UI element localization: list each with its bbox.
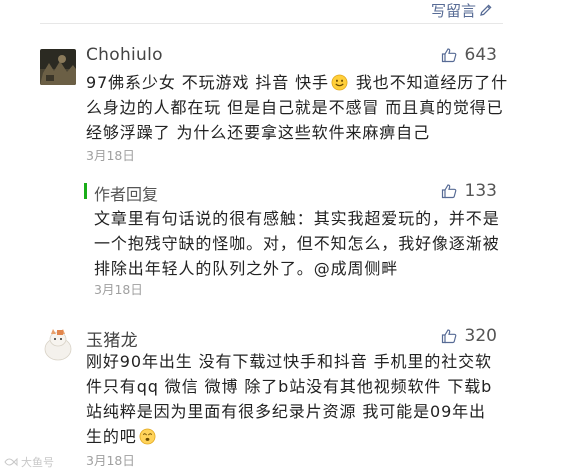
reply-text: 文章里有句话说的很有感触：其实我超爱玩的，并不是一个抱残守缺的怪咖。对，但不知怎… <box>94 209 500 278</box>
comment-date: 3月18日 <box>86 453 135 468</box>
author-reply-label: 作者回复 <box>94 185 159 204</box>
like-button[interactable]: 643 <box>441 45 497 65</box>
comment-text: 刚好90年出生 没有下载过快手和抖音 手机里的社交软件只有qq 微信 微博 除了… <box>86 349 496 449</box>
like-count: 643 <box>464 45 497 65</box>
thumbs-up-icon <box>441 48 456 63</box>
fish-logo-icon <box>4 457 18 467</box>
like-count: 133 <box>464 181 497 201</box>
comment-author[interactable]: Chohiulo <box>86 45 163 65</box>
reply-marker <box>84 183 87 199</box>
dizzy-emoji-icon <box>139 428 156 445</box>
pencil-icon <box>480 4 492 16</box>
watermark: 大鱼号 <box>4 454 54 470</box>
comment-text-part: 97佛系少女 不玩游戏 抖音 快手 <box>86 73 329 92</box>
reply-date: 3月18日 <box>94 282 143 297</box>
header-divider <box>40 23 503 24</box>
write-comment-button[interactable]: 写留言 <box>431 0 493 20</box>
watermark-text: 大鱼号 <box>21 456 54 469</box>
reply-like-button[interactable]: 133 <box>441 181 497 201</box>
thumbs-up-icon <box>441 329 456 344</box>
write-comment-label: 写留言 <box>430 1 476 20</box>
like-count: 320 <box>464 326 497 346</box>
smile-emoji-icon <box>331 74 348 91</box>
comment-author[interactable]: 玉猪龙 <box>86 326 138 351</box>
thumbs-up-icon <box>441 184 456 199</box>
comment-date: 3月18日 <box>86 148 135 163</box>
comment-text: 97佛系少女 不玩游戏 抖音 快手 我也不知道经历了什么身边的人都在玩 但是自己… <box>86 70 511 145</box>
like-button[interactable]: 320 <box>441 326 497 346</box>
avatar[interactable] <box>40 49 76 85</box>
avatar[interactable] <box>40 327 76 363</box>
